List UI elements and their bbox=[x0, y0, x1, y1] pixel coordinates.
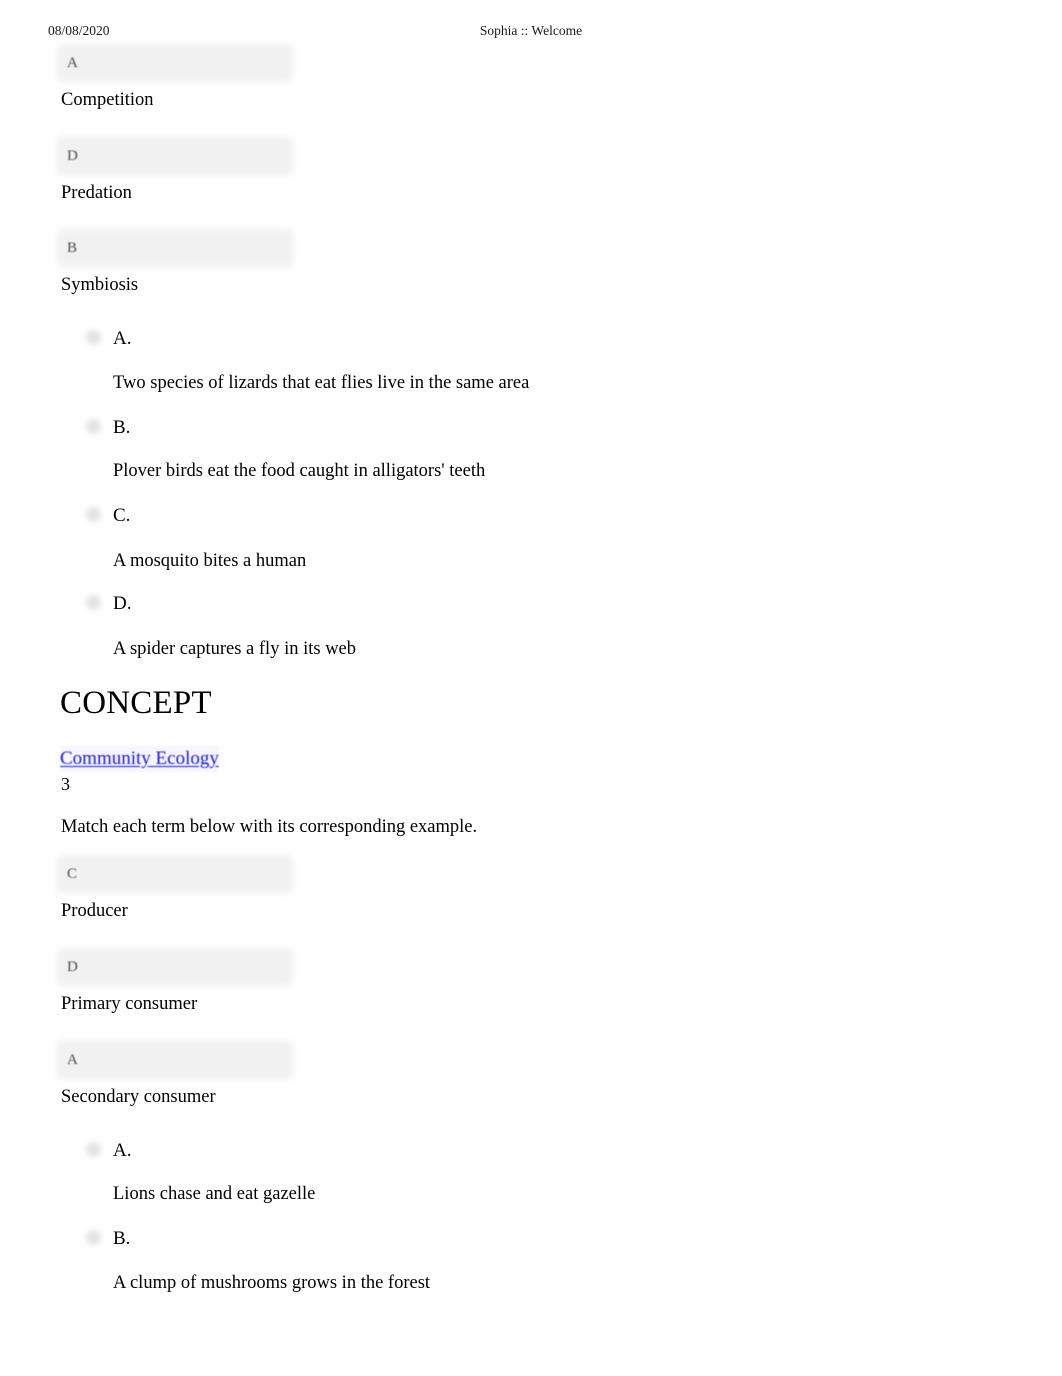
term-label: Symbiosis bbox=[61, 275, 139, 295]
radio-button-icon[interactable] bbox=[86, 1142, 101, 1157]
answer-input-value: A bbox=[67, 55, 78, 71]
choice-text: Lions chase and eat gazelle bbox=[113, 1184, 316, 1204]
term-label: Producer bbox=[61, 901, 128, 921]
choice-option[interactable]: D. bbox=[0, 591, 700, 617]
answer-input-value: D bbox=[67, 148, 78, 164]
choice-text: A mosquito bites a human bbox=[113, 551, 307, 571]
answer-input-predation[interactable] bbox=[57, 137, 293, 175]
choice-text: Plover birds eat the food caught in alli… bbox=[113, 461, 486, 481]
choice-letter: A. bbox=[113, 328, 132, 349]
term-label: Secondary consumer bbox=[61, 1087, 216, 1107]
concept-heading: CONCEPT bbox=[60, 685, 212, 721]
choice-option[interactable]: C. bbox=[0, 503, 700, 529]
choice-letter: B. bbox=[113, 417, 131, 438]
answer-input-secondary-consumer[interactable] bbox=[57, 1041, 293, 1079]
choice-option[interactable]: B. bbox=[0, 415, 700, 441]
radio-button-icon[interactable] bbox=[86, 1230, 101, 1245]
term-label: Predation bbox=[61, 183, 132, 203]
concept-link-wrapper[interactable]: Community Ecology bbox=[60, 746, 219, 772]
choice-text: A clump of mushrooms grows in the forest bbox=[113, 1273, 431, 1293]
choice-letter: B. bbox=[113, 1228, 131, 1249]
choice-option[interactable]: A. bbox=[0, 326, 700, 352]
question-instruction: Match each term below with its correspon… bbox=[61, 817, 478, 837]
answer-input-symbiosis[interactable] bbox=[57, 229, 293, 267]
choice-letter: A. bbox=[113, 1140, 132, 1161]
radio-button-icon[interactable] bbox=[86, 595, 101, 610]
choice-letter: D. bbox=[113, 593, 132, 614]
radio-button-icon[interactable] bbox=[86, 507, 101, 522]
radio-button-icon[interactable] bbox=[86, 419, 101, 434]
choice-option[interactable]: A. bbox=[0, 1138, 700, 1164]
print-page-title: Sophia :: Welcome bbox=[479, 23, 583, 38]
term-label: Competition bbox=[61, 90, 154, 110]
choice-text: Two species of lizards that eat flies li… bbox=[113, 373, 530, 393]
answer-input-competition[interactable] bbox=[57, 44, 293, 82]
answer-input-value: D bbox=[67, 959, 78, 975]
answer-input-primary-consumer[interactable] bbox=[57, 948, 293, 986]
choice-text: A spider captures a fly in its web bbox=[113, 639, 357, 659]
choice-letter: C. bbox=[113, 505, 131, 526]
concept-link-community-ecology[interactable]: Community Ecology bbox=[60, 746, 219, 772]
print-header: 08/08/2020 Sophia :: Welcome bbox=[0, 22, 1062, 44]
radio-button-icon[interactable] bbox=[86, 330, 101, 345]
answer-input-producer[interactable] bbox=[57, 855, 293, 893]
choice-option[interactable]: B. bbox=[0, 1226, 700, 1252]
answer-input-value: C bbox=[67, 866, 78, 882]
answer-input-value: B bbox=[67, 240, 78, 256]
term-label: Primary consumer bbox=[61, 994, 198, 1014]
answer-input-value: A bbox=[67, 1052, 78, 1068]
concept-number: 3 bbox=[61, 774, 70, 794]
